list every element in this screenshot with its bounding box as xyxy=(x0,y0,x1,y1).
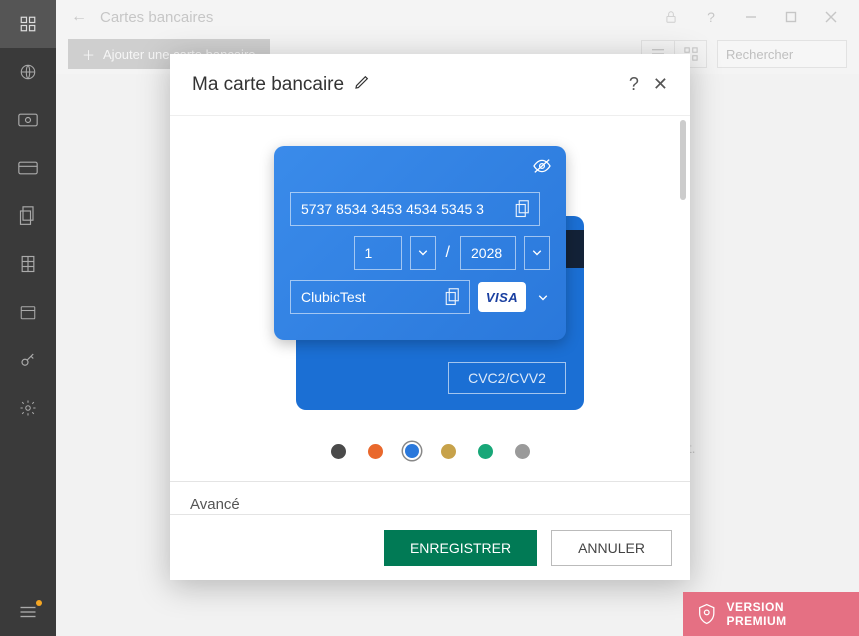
chevron-down-icon xyxy=(538,295,548,301)
edit-card-modal: Ma carte bancaire ? ✕ xyxy=(170,54,690,580)
sidebar-cards[interactable] xyxy=(0,144,56,192)
cardholder-field[interactable] xyxy=(290,280,470,314)
save-button[interactable]: ENREGISTRER xyxy=(384,530,537,566)
premium-banner[interactable]: VERSION PREMIUM xyxy=(683,592,859,636)
modal-help-button[interactable]: ? xyxy=(629,74,639,95)
eye-off-icon xyxy=(532,158,552,174)
modal-title: Ma carte bancaire xyxy=(192,74,344,96)
sidebar-wallet[interactable] xyxy=(0,96,56,144)
card-brand-chip[interactable]: VISA xyxy=(478,282,526,312)
sidebar-docs[interactable] xyxy=(0,192,56,240)
calendar-icon xyxy=(19,303,37,321)
modal-close-button[interactable]: ✕ xyxy=(653,74,668,95)
advanced-section-toggle[interactable]: Avancé xyxy=(170,481,690,513)
premium-label: VERSION PREMIUM xyxy=(727,600,846,628)
sidebar-settings[interactable] xyxy=(0,384,56,432)
notification-dot xyxy=(36,600,42,606)
chevron-down-icon xyxy=(532,250,542,256)
color-swatch[interactable] xyxy=(405,444,419,458)
cvc-input[interactable] xyxy=(449,370,565,386)
key-icon xyxy=(19,351,37,369)
cardholder-input[interactable] xyxy=(301,289,459,305)
documents-icon xyxy=(19,206,37,226)
cvc-field[interactable] xyxy=(448,362,566,394)
menu-collapse-icon xyxy=(19,605,37,619)
color-picker xyxy=(170,444,690,459)
gear-icon xyxy=(19,399,37,417)
grid-icon xyxy=(19,15,37,33)
sidebar-keys[interactable] xyxy=(0,336,56,384)
card-icon xyxy=(18,161,38,175)
sidebar-web[interactable] xyxy=(0,48,56,96)
color-swatch[interactable] xyxy=(368,444,383,459)
edit-title-button[interactable] xyxy=(354,74,370,95)
toggle-visibility-button[interactable] xyxy=(532,158,552,179)
sidebar-org[interactable] xyxy=(0,240,56,288)
globe-icon xyxy=(19,63,37,81)
chevron-down-icon xyxy=(418,250,428,256)
exp-year-field[interactable]: 2028 xyxy=(460,236,516,270)
sidebar-dashboard[interactable] xyxy=(0,0,56,48)
sidebar-calendar[interactable] xyxy=(0,288,56,336)
modal-footer: ENREGISTRER ANNULER xyxy=(170,514,690,580)
card-preview-area: 1 / 2028 VISA xyxy=(170,116,690,426)
exp-month-dropdown[interactable] xyxy=(410,236,436,270)
exp-year-dropdown[interactable] xyxy=(524,236,550,270)
left-sidebar xyxy=(0,0,56,636)
building-icon xyxy=(19,254,37,274)
exp-month-field[interactable]: 1 xyxy=(354,236,402,270)
card-front: 1 / 2028 VISA xyxy=(274,146,566,340)
copy-icon xyxy=(515,200,531,218)
modal-header: Ma carte bancaire ? ✕ xyxy=(170,54,690,116)
color-swatch[interactable] xyxy=(478,444,493,459)
color-swatch[interactable] xyxy=(331,444,346,459)
copy-icon xyxy=(445,288,461,306)
exp-year-value: 2028 xyxy=(471,245,502,261)
exp-separator: / xyxy=(444,244,452,262)
exp-month-value: 1 xyxy=(365,245,373,261)
color-swatch[interactable] xyxy=(515,444,530,459)
color-swatch[interactable] xyxy=(441,444,456,459)
copy-holder-button[interactable] xyxy=(445,288,461,309)
card-number-field[interactable] xyxy=(290,192,540,226)
copy-number-button[interactable] xyxy=(515,200,531,221)
pencil-icon xyxy=(354,74,370,90)
advanced-label: Avancé xyxy=(190,496,240,513)
sidebar-more[interactable] xyxy=(0,588,56,636)
shield-icon xyxy=(697,603,717,625)
cancel-button[interactable]: ANNULER xyxy=(551,530,672,566)
card-brand-dropdown[interactable] xyxy=(538,288,548,306)
card-number-input[interactable] xyxy=(301,201,529,217)
banknote-icon xyxy=(18,113,38,127)
modal-body: 1 / 2028 VISA Avancé xyxy=(170,116,690,514)
card-brand-label: VISA xyxy=(486,290,518,305)
